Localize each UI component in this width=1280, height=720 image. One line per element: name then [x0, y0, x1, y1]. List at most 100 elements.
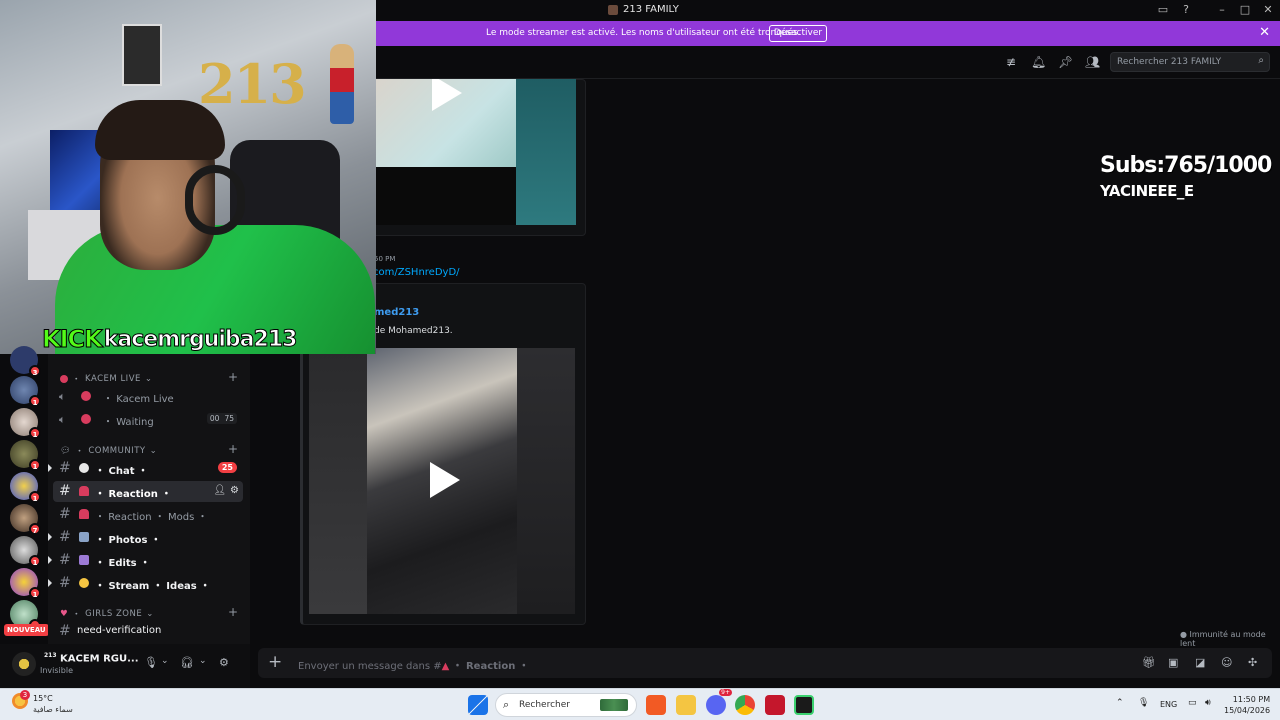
invite-icon[interactable]: 👤︎: [213, 485, 226, 496]
kick-logo: KICK: [42, 325, 104, 354]
channel-chat[interactable]: # ・ Chat ・ 25: [48, 458, 243, 479]
attach-plus-icon[interactable]: +: [268, 652, 282, 672]
start-icon[interactable]: [468, 695, 488, 715]
temperature: 15°C: [33, 694, 53, 703]
category-girls-zone[interactable]: ♥ ・ GIRLS ZONE ⌄ +: [60, 605, 238, 620]
gif-icon[interactable]: ▣: [1168, 656, 1178, 669]
close-window-button[interactable]: ✕: [1261, 3, 1275, 17]
taskbar-clock[interactable]: 11:50 PM 15/04/2026: [1224, 694, 1270, 716]
gift-icon[interactable]: 🎁︎: [1142, 656, 1156, 669]
chevron-down-icon: ⌄: [144, 374, 153, 384]
message-link[interactable]: com/ZSHnreDyD/: [373, 267, 460, 278]
banner-message: Le mode streamer est activé. Les noms d'…: [486, 28, 801, 38]
voice-channel-kacem-live[interactable]: 🔈︎ ・ Kacem Live: [53, 386, 243, 407]
acrobat-icon[interactable]: [765, 695, 785, 715]
monitor-icon[interactable]: ▭: [1188, 698, 1197, 708]
embed-video-player[interactable]: [309, 348, 575, 614]
video-blur-left: [309, 348, 367, 614]
discord-icon[interactable]: 9+: [706, 689, 732, 715]
add-channel-icon[interactable]: +: [228, 442, 239, 456]
voice-channel-waiting[interactable]: 🔈︎ ・ Waiting 00 75: [53, 409, 243, 430]
server-avatar[interactable]: 7: [10, 504, 41, 535]
server-rail: 3 1 1 1 1 7 1 1 1 NOUVEAU: [0, 346, 49, 644]
hash-icon: #: [59, 506, 71, 522]
emoji-icon[interactable]: ☺: [1221, 656, 1232, 669]
balloon-decoration: 213: [198, 52, 307, 116]
gear-icon[interactable]: ⚙: [230, 485, 239, 496]
search-highlight-image: [600, 699, 628, 711]
subs-counter-overlay: Subs:765/1000: [1100, 153, 1272, 178]
video-player[interactable]: [376, 79, 576, 225]
inbox-icon[interactable]: ▭: [1156, 3, 1170, 17]
disable-streamer-button[interactable]: Désactiver: [769, 25, 827, 42]
user-status: Invisible: [40, 666, 73, 675]
channel-list: ・ KACEM LIVE ⌄ + 🔈︎ ・ Kacem Live 🔈︎ ・ Wait…: [48, 354, 250, 644]
siren-icon: [79, 509, 89, 519]
pin-icon[interactable]: 📌︎: [1058, 55, 1073, 69]
minimize-button[interactable]: –: [1215, 3, 1229, 17]
speaker-icon: 🔈︎: [59, 413, 66, 426]
hash-icon: #: [59, 552, 71, 568]
embed-author[interactable]: med213: [374, 307, 419, 318]
chevron-up-icon[interactable]: ⌃: [1116, 698, 1124, 708]
new-badge: NOUVEAU: [4, 624, 49, 636]
channel-need-verification[interactable]: # need-verification: [53, 621, 243, 642]
brave-icon[interactable]: [646, 695, 666, 715]
banner-close-icon[interactable]: ✕: [1259, 25, 1270, 40]
user-panel: 213 KACEM RGU... Invisible 🎙︎ ⌄ 🎧︎ ⌄ ⚙: [0, 644, 250, 688]
channel-reaction[interactable]: # ・ Reaction ・ 👤︎ ⚙: [53, 481, 243, 502]
chevron-down-icon[interactable]: ⌄: [161, 656, 169, 666]
headphones-icon[interactable]: 🎧︎: [180, 656, 194, 669]
threads-icon[interactable]: ≢: [1004, 55, 1018, 69]
play-icon[interactable]: [432, 79, 462, 111]
live-dot-icon: [81, 414, 91, 424]
channel-reaction-mods[interactable]: # ・ Reaction ・ Mods ・: [53, 504, 243, 525]
language-indicator[interactable]: ENG: [1160, 700, 1177, 709]
channel-photos[interactable]: # ・ Photos ・: [48, 527, 243, 548]
microphone-icon[interactable]: 🎙︎: [144, 656, 158, 669]
server-avatar[interactable]: 1: [10, 408, 41, 439]
chrome-icon[interactable]: [735, 695, 755, 715]
server-avatar[interactable]: 1: [10, 568, 41, 599]
add-channel-icon[interactable]: +: [228, 605, 239, 619]
server-avatar[interactable]: 1: [10, 440, 41, 471]
play-icon[interactable]: [430, 462, 460, 498]
server-search-input[interactable]: Rechercher 213 FAMILY ⌕: [1110, 52, 1270, 72]
slowmode-immunity: ● Immunité au mode lent: [1180, 630, 1266, 648]
help-icon[interactable]: ?: [1179, 3, 1193, 17]
gear-icon[interactable]: ⚙: [219, 656, 229, 669]
server-avatar[interactable]: 3: [10, 346, 41, 377]
hash-icon: #: [59, 575, 71, 591]
apps-icon[interactable]: ✣: [1248, 656, 1257, 669]
maximize-button[interactable]: □: [1238, 3, 1252, 17]
kick-overlay: KICK kacemrguiba213: [42, 325, 298, 354]
video-thumbnail-side: [516, 79, 576, 225]
username[interactable]: 213 KACEM RGU...: [44, 652, 139, 664]
headset: [185, 165, 245, 235]
kick-app-icon[interactable]: [794, 695, 814, 715]
window-title: 213 FAMILY: [608, 4, 679, 15]
volume-icon[interactable]: 🔊︎: [1205, 698, 1211, 708]
server-avatar[interactable]: 1: [10, 536, 41, 567]
category-community[interactable]: 💬︎ ・ COMMUNITY ⌄ +: [60, 442, 238, 457]
file-explorer-icon[interactable]: [676, 695, 696, 715]
category-kacem-live[interactable]: ・ KACEM LIVE ⌄ +: [60, 370, 238, 385]
channel-edits[interactable]: # ・ Edits ・: [48, 550, 243, 571]
server-avatar[interactable]: 1: [10, 472, 41, 503]
hash-icon: #: [59, 460, 71, 476]
channel-stream-ideas[interactable]: # ・ Stream ・ Ideas ・: [48, 573, 243, 594]
embed-description: de Mohamed213.: [374, 326, 453, 336]
microphone-icon[interactable]: 🎙︎: [1138, 698, 1149, 708]
streamer-hair: [95, 100, 225, 160]
taskbar-search[interactable]: ⌕ Rechercher: [495, 693, 637, 717]
user-limit-badge: 00 75: [206, 413, 237, 424]
add-channel-icon[interactable]: +: [228, 370, 239, 384]
members-icon[interactable]: 👥︎: [1085, 55, 1100, 69]
sticker-icon[interactable]: ◪: [1195, 656, 1205, 669]
chevron-down-icon[interactable]: ⌄: [199, 656, 207, 666]
avatar[interactable]: [12, 652, 36, 676]
server-avatar[interactable]: 1: [10, 376, 41, 407]
message-composer[interactable]: + Envoyer un message dans #▲ ・ Reaction …: [258, 648, 1272, 678]
bell-icon[interactable]: 🔔︎: [1031, 55, 1046, 69]
webcam-overlay: 213 KICK kacemrguiba213: [0, 0, 376, 354]
